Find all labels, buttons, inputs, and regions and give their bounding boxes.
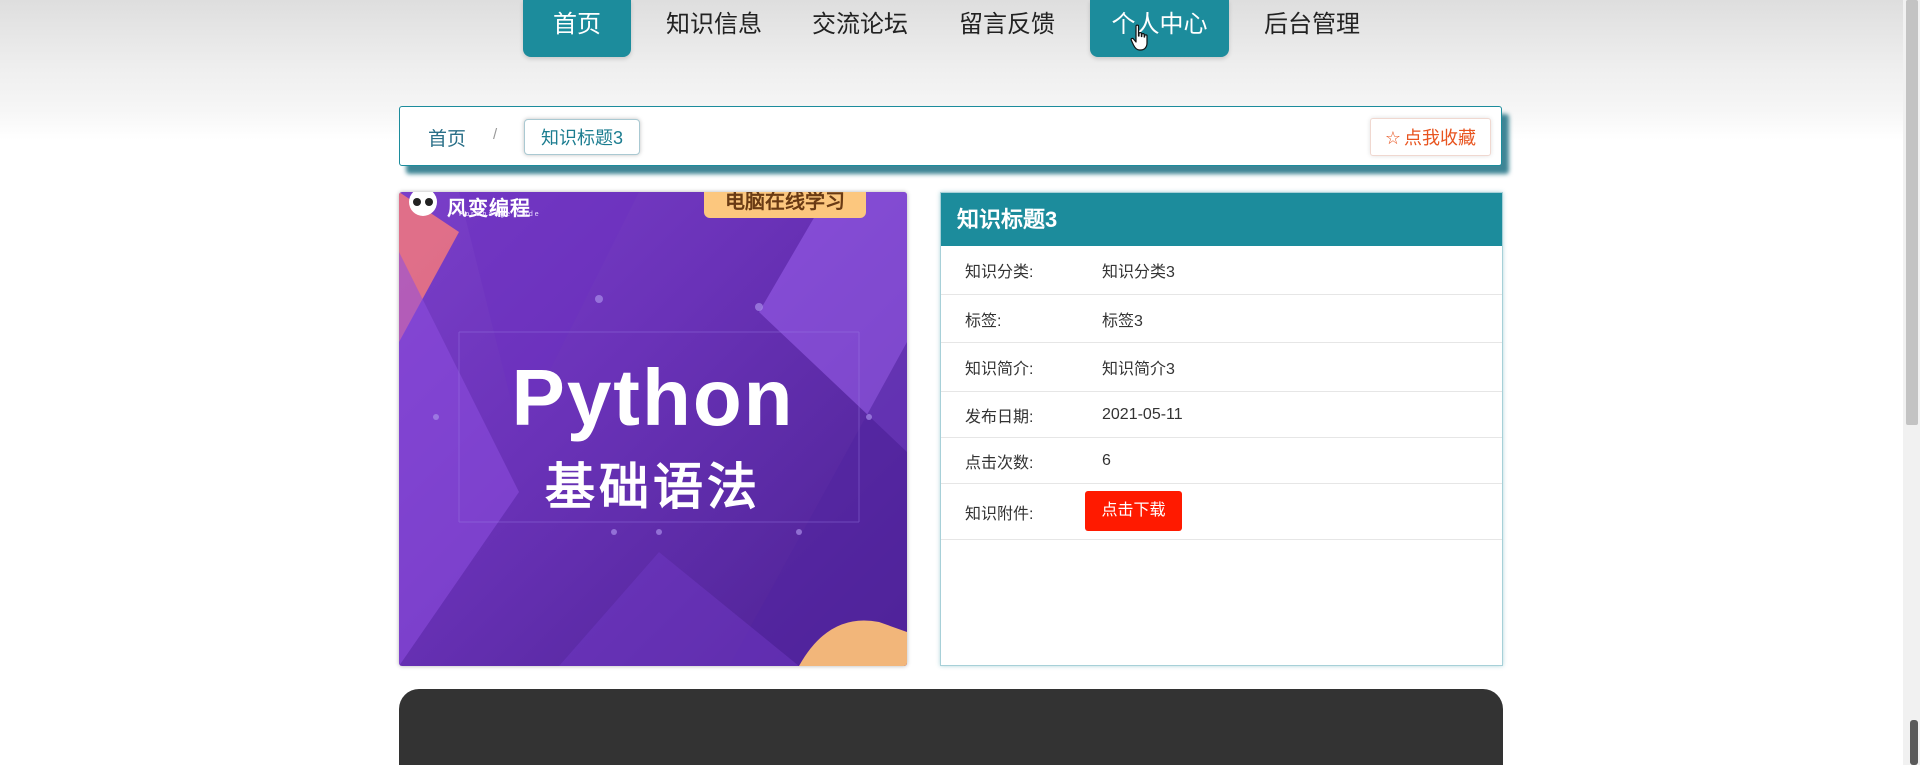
detail-value: 2021-05-11 — [1102, 405, 1183, 423]
detail-row-summary: 知识简介: 知识简介3 — [941, 343, 1502, 392]
detail-label: 发布日期: — [965, 408, 1034, 426]
detail-title: 知识标题3 — [941, 193, 1502, 246]
scrollbar-end — [1910, 720, 1918, 765]
detail-label: 知识简介: — [965, 361, 1034, 378]
detail-label: 标签: — [965, 312, 1002, 330]
detail-value: 标签3 — [1102, 312, 1143, 330]
knowledge-cover-image: 风变编程 ForChange Code 电脑在线学习 Python 基础语法 — [399, 192, 907, 666]
detail-label: 知识附件: — [965, 505, 1034, 523]
nav-item-forum[interactable]: 交流论坛 — [801, 0, 919, 57]
detail-label: 点击次数: — [965, 454, 1034, 472]
detail-value: 6 — [1102, 451, 1111, 469]
nav-item-profile[interactable]: 个人中心 — [1090, 0, 1229, 57]
breadcrumb-home-link[interactable]: 首页 — [428, 124, 466, 151]
star-outline-icon: ☆ — [1384, 128, 1401, 148]
footer — [399, 689, 1503, 765]
page: 首页 知识信息 交流论坛 留言反馈 个人中心 后台管理 首页 / 知识标题3 ☆… — [0, 0, 1920, 765]
nav-item-feedback[interactable]: 留言反馈 — [948, 0, 1066, 57]
cover-logo-subtext: ForChange Code — [459, 211, 541, 218]
detail-row-tags: 标签: 标签3 — [941, 295, 1502, 343]
favorite-button[interactable]: ☆ 点我收藏 — [1369, 118, 1491, 156]
download-button[interactable]: 点击下载 — [1085, 491, 1182, 531]
top-nav: 首页 知识信息 交流论坛 留言反馈 个人中心 后台管理 — [0, 0, 1900, 60]
breadcrumb-separator: / — [493, 126, 498, 143]
breadcrumb: 首页 / 知识标题3 ☆ 点我收藏 — [399, 106, 1502, 166]
cover-tag: 电脑在线学习 — [704, 192, 866, 218]
detail-row-category: 知识分类: 知识分类3 — [941, 246, 1502, 295]
nav-item-home[interactable]: 首页 — [523, 0, 631, 57]
detail-row-publish-date: 发布日期: 2021-05-11 — [941, 392, 1502, 438]
cover-subtitle: 基础语法 — [545, 459, 761, 515]
detail-row-click-count: 点击次数: 6 — [941, 438, 1502, 484]
knowledge-detail-panel: 知识标题3 知识分类: 知识分类3 标签: 标签3 知识简介: 知识简介3 发布… — [940, 192, 1503, 666]
detail-row-attachment: 知识附件: 点击下载 — [941, 484, 1502, 540]
favorite-button-label: 点我收藏 — [1404, 128, 1476, 148]
scrollbar-thumb[interactable] — [1906, 0, 1918, 425]
page-scrollbar[interactable] — [1903, 0, 1920, 765]
nav-item-knowledge[interactable]: 知识信息 — [655, 0, 773, 57]
detail-value: 知识简介3 — [1102, 361, 1175, 378]
breadcrumb-current: 知识标题3 — [524, 119, 641, 155]
nav-item-admin[interactable]: 后台管理 — [1253, 0, 1371, 57]
detail-value: 知识分类3 — [1102, 264, 1175, 281]
cover-title: Python — [511, 353, 795, 442]
detail-label: 知识分类: — [965, 264, 1034, 281]
